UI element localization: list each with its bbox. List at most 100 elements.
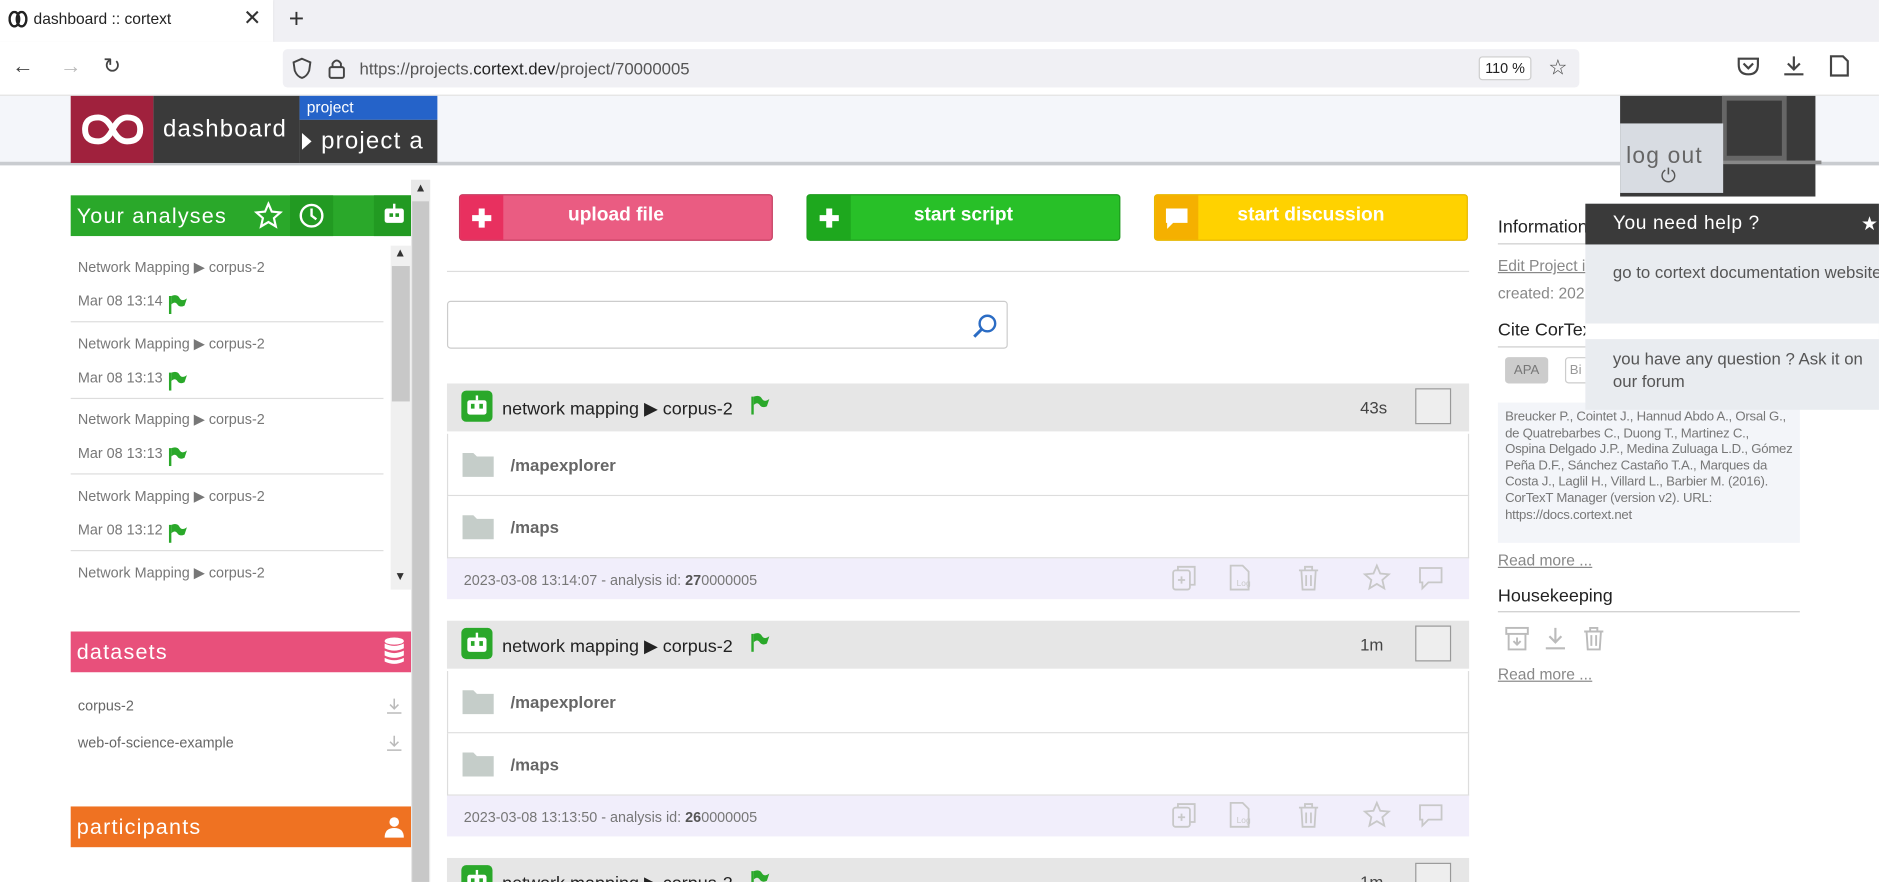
back-icon[interactable]: ← [12, 54, 34, 79]
trash-icon[interactable] [1294, 800, 1323, 829]
download-icon[interactable] [1542, 624, 1568, 653]
forum-link[interactable]: you have any question ? Ask it on our fo… [1613, 348, 1879, 394]
project-name[interactable]: project a [299, 119, 438, 163]
flag-icon [751, 870, 770, 882]
lock-icon[interactable] [328, 58, 345, 80]
analysis-item-title: Network Mapping ▶ corpus-2 [77, 564, 265, 582]
select-checkbox[interactable] [1415, 625, 1452, 662]
browser-tab[interactable]: dashboard :: cortext ✕ [0, 0, 274, 42]
download-icon[interactable] [386, 735, 403, 752]
dataset-item[interactable]: web-of-science-example [78, 735, 234, 752]
url-bar[interactable]: https://projects.cortext.dev/project/700… [282, 49, 1580, 88]
flag-icon [168, 371, 187, 391]
start-discussion-button[interactable]: start discussion [1153, 194, 1468, 241]
comment-icon[interactable] [1416, 800, 1445, 829]
folder-row[interactable]: /maps [446, 496, 1470, 559]
project-arrow-icon [301, 133, 312, 150]
start-discussion-label: start discussion [1237, 204, 1385, 226]
select-checkbox[interactable] [1415, 862, 1452, 882]
reader-icon[interactable] [1826, 53, 1852, 79]
app-header: dashboard project project a [0, 95, 1879, 166]
analysis-item-title: Network Mapping ▶ corpus-2 [77, 258, 265, 276]
page-scroll-thumb[interactable] [412, 201, 429, 882]
search-input[interactable] [452, 306, 957, 343]
cortext-favicon-icon [8, 10, 28, 28]
participants-panel-header: participants [70, 806, 412, 848]
folder-row[interactable]: /mapexplorer [446, 671, 1470, 734]
download-icon[interactable] [386, 697, 403, 714]
folder-row[interactable]: /maps [446, 733, 1470, 796]
star-icon[interactable] [1362, 800, 1391, 829]
trash-icon[interactable] [1294, 563, 1323, 592]
flag-icon [751, 395, 770, 415]
comment-icon[interactable] [1416, 563, 1445, 592]
pocket-icon[interactable] [1735, 53, 1761, 79]
close-tab-icon[interactable]: ✕ [243, 6, 261, 31]
read-more-link[interactable]: Read more ... [1498, 665, 1592, 683]
search-icon[interactable] [972, 313, 998, 339]
trash-icon[interactable] [1581, 624, 1607, 653]
analysis-item-title: Network Mapping ▶ corpus-2 [77, 411, 265, 428]
edit-project-link[interactable]: Edit Project i [1498, 256, 1585, 274]
dashboard-link[interactable]: dashboard [153, 95, 300, 163]
upload-file-button[interactable]: upload file [458, 194, 773, 241]
analysis-card-footer: 2023-03-08 13:13:50 - analysis id: 26000… [446, 795, 1470, 837]
select-checkbox[interactable] [1415, 388, 1452, 425]
cortext-logo[interactable] [70, 95, 154, 163]
analysis-item-date: Mar 08 13:13 [77, 444, 163, 462]
upload-file-label: upload file [567, 204, 664, 226]
svg-text:Log: Log [1237, 578, 1251, 588]
analysis-list-item[interactable]: Network Mapping ▶ corpus-2 Mar 08 13:13 [70, 324, 384, 400]
forward-icon[interactable]: → [60, 54, 82, 79]
card-duration: 1m [1360, 872, 1384, 882]
scroll-down-icon[interactable]: ▼ [394, 570, 406, 583]
analyses-scroll-thumb[interactable] [391, 266, 410, 402]
shield-icon[interactable] [292, 57, 312, 80]
downloads-icon[interactable] [1781, 53, 1807, 79]
copy-icon[interactable] [1170, 563, 1199, 592]
dataset-item[interactable]: corpus-2 [78, 697, 134, 714]
plus-icon [472, 208, 492, 228]
read-more-link[interactable]: Read more ... [1498, 551, 1592, 569]
bookmark-star-icon[interactable]: ☆ [1548, 55, 1567, 80]
documentation-link[interactable]: go to cortext documentation website [1613, 261, 1879, 284]
folder-icon [462, 515, 494, 540]
analysis-card-header[interactable]: network mapping ▶ corpus-2 1m [446, 620, 1470, 669]
analysis-card-header[interactable]: network mapping ▶ corpus-2 43s [446, 383, 1470, 432]
flag-icon [751, 633, 770, 652]
new-tab-icon[interactable]: + [289, 4, 304, 35]
analysis-list-item[interactable]: Network Mapping ▶ corpus-2 Mar 08 13:13 [70, 399, 384, 475]
help-separator [1585, 323, 1879, 340]
copy-icon[interactable] [1170, 800, 1199, 829]
page-scroll-up-icon[interactable]: ▲ [415, 182, 427, 195]
help-star-icon[interactable]: ★ [1861, 212, 1878, 236]
plus-icon [819, 208, 839, 228]
analysis-card-header[interactable]: network mapping ▶ corpus-2 1m [446, 857, 1470, 882]
apa-tab[interactable]: APA [1505, 357, 1549, 384]
card-title: network mapping ▶ corpus-2 [502, 399, 733, 420]
scroll-up-icon[interactable]: ▲ [394, 247, 406, 260]
log-icon[interactable]: Log [1226, 563, 1255, 592]
browser-nav-bar: ← → ↻ https://projects.cortext.dev/proje… [0, 41, 1879, 96]
analysis-list-item[interactable]: Network Mapping ▶ corpus-2 Mar 08 13:12 [70, 476, 384, 552]
created-date: created: 202 [1497, 283, 1585, 302]
analysis-card-footer: 2023-03-08 13:14:07 - analysis id: 27000… [446, 558, 1470, 600]
folder-name: /mapexplorer [510, 692, 616, 712]
zoom-level[interactable]: 110 % [1478, 56, 1532, 81]
log-icon[interactable]: Log [1226, 800, 1255, 829]
analysis-list-item[interactable]: Network Mapping ▶ corpus-2 [71, 552, 384, 588]
folder-name: /maps [510, 517, 559, 537]
favorites-star-icon[interactable] [254, 201, 283, 230]
analysis-item-date: Mar 08 13:13 [77, 369, 163, 386]
star-icon[interactable] [1362, 563, 1391, 592]
cite-title: Cite CorTex [1497, 319, 1592, 341]
folder-row[interactable]: /mapexplorer [446, 433, 1470, 497]
reload-icon[interactable]: ↻ [103, 54, 121, 79]
start-script-button[interactable]: start script [806, 194, 1121, 241]
archive-icon[interactable] [1504, 624, 1530, 653]
browser-tab-bar [0, 0, 1879, 42]
power-icon[interactable]: ⏻ [1661, 167, 1676, 189]
card-duration: 1m [1360, 635, 1384, 655]
analysis-list-item[interactable]: Network Mapping ▶ corpus-2 Mar 08 13:14 [70, 247, 384, 323]
card-title: network mapping ▶ corpus-2 [502, 636, 733, 657]
